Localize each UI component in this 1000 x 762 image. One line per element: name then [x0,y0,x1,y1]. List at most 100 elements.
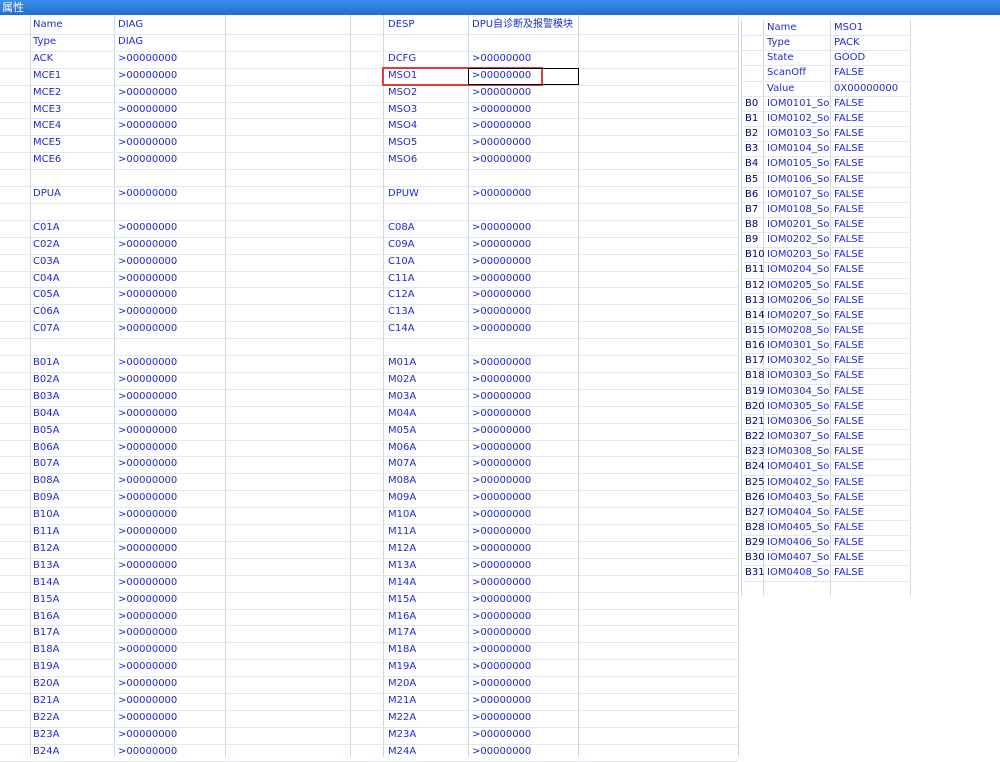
grid-cell-value[interactable]: >00000000 [118,423,177,439]
grid-cell-value[interactable]: >00000000 [118,220,177,236]
grid-cell-name[interactable]: B17A [33,625,59,641]
bit-value[interactable]: FALSE [834,308,864,323]
bit-value[interactable]: FALSE [834,187,864,202]
bit-tag-name[interactable]: IOM0108_So [767,202,829,217]
bit-index[interactable]: B14 [745,308,765,323]
grid-cell-value2[interactable]: >00000000 [472,693,531,709]
grid-cell-value2[interactable]: >00000000 [472,440,531,456]
grid-cell-value2[interactable]: >00000000 [472,152,531,168]
grid-cell-name2[interactable]: MSO3 [388,102,417,118]
grid-cell-value2[interactable]: >00000000 [472,237,531,253]
grid-cell-name[interactable]: B20A [33,676,59,692]
bit-tag-name[interactable]: IOM0308_So [767,444,829,459]
grid-cell-value2[interactable]: >00000000 [472,524,531,540]
bit-value[interactable]: FALSE [834,262,864,277]
bit-value[interactable]: FALSE [834,399,864,414]
grid-cell-value2[interactable]: >00000000 [472,473,531,489]
bit-index[interactable]: B30 [745,550,765,565]
grid-cell-name[interactable]: B04A [33,406,59,422]
bit-value[interactable]: FALSE [834,353,864,368]
bit-tag-name[interactable]: IOM0406_So [767,535,829,550]
bit-index[interactable]: B25 [745,475,765,490]
grid-cell-value2[interactable]: >00000000 [472,287,531,303]
bit-value[interactable]: FALSE [834,520,864,535]
grid-cell-name[interactable]: B12A [33,541,59,557]
bit-index[interactable]: B20 [745,399,765,414]
grid-cell-name[interactable]: C06A [33,304,60,320]
grid-cell-name[interactable]: B07A [33,456,59,472]
bit-index[interactable]: B10 [745,247,765,262]
grid-cell-value[interactable]: >00000000 [118,456,177,472]
grid-cell-value[interactable]: >00000000 [118,237,177,253]
grid-cell-name[interactable]: C03A [33,254,60,270]
grid-cell-value[interactable]: >00000000 [118,389,177,405]
grid-cell-name2[interactable]: C08A [388,220,415,236]
grid-cell-value[interactable]: >00000000 [118,135,177,151]
grid-cell-name[interactable]: B13A [33,558,59,574]
bit-tag-name[interactable]: IOM0202_So [767,232,829,247]
grid-cell-value[interactable]: >00000000 [118,490,177,506]
grid-cell-value[interactable]: DIAG [118,17,143,33]
bit-index[interactable]: B17 [745,353,765,368]
grid-cell-name[interactable]: MCE6 [33,152,61,168]
bit-value[interactable]: FALSE [834,550,864,565]
bit-index[interactable]: B5 [745,172,758,187]
grid-cell-value[interactable]: >00000000 [118,321,177,337]
bit-value[interactable]: FALSE [834,490,864,505]
bit-value[interactable]: FALSE [834,338,864,353]
grid-cell-value2[interactable]: >00000000 [472,118,531,134]
grid-cell-value[interactable]: >00000000 [118,473,177,489]
grid-cell-name2[interactable]: M10A [388,507,416,523]
bit-value[interactable]: FALSE [834,232,864,247]
bit-index[interactable]: B9 [745,232,758,247]
grid-cell-value[interactable]: >00000000 [118,609,177,625]
bit-tag-name[interactable]: IOM0301_So [767,338,829,353]
bit-value[interactable]: FALSE [834,217,864,232]
grid-cell-value[interactable]: >00000000 [118,558,177,574]
header-field-label[interactable]: Name [767,20,797,35]
grid-cell-value[interactable]: >00000000 [118,304,177,320]
header-field-label[interactable]: Value [767,81,794,96]
bit-tag-name[interactable]: IOM0104_So [767,141,829,156]
grid-cell-name2[interactable]: M14A [388,575,416,591]
grid-cell-name2[interactable]: DPUW [388,186,419,202]
bit-value[interactable]: FALSE [834,459,864,474]
bit-index[interactable]: B0 [745,96,758,111]
grid-cell-value2[interactable]: >00000000 [472,304,531,320]
grid-cell-name2[interactable]: M22A [388,710,416,726]
grid-cell-name[interactable]: B15A [33,592,59,608]
grid-cell-value[interactable]: DIAG [118,34,143,50]
grid-cell-value2[interactable]: >00000000 [472,102,531,118]
grid-cell-name[interactable]: B11A [33,524,59,540]
grid-cell-name2[interactable]: C12A [388,287,415,303]
grid-cell-value2[interactable]: >00000000 [472,456,531,472]
bit-tag-name[interactable]: IOM0207_So [767,308,829,323]
bit-value[interactable]: FALSE [834,202,864,217]
grid-cell-name2[interactable]: C09A [388,237,415,253]
bit-index[interactable]: B12 [745,278,765,293]
grid-cell-name2[interactable]: M24A [388,744,416,760]
grid-cell-value2[interactable]: >00000000 [472,220,531,236]
grid-cell-name2[interactable]: C10A [388,254,415,270]
header-field-value[interactable]: 0X00000000 [834,81,898,96]
grid-cell-value2[interactable]: >00000000 [472,355,531,371]
grid-cell-name2[interactable]: M12A [388,541,416,557]
bit-index[interactable]: B19 [745,384,765,399]
grid-cell-name2[interactable]: M01A [388,355,416,371]
grid-cell-value[interactable]: >00000000 [118,186,177,202]
bit-tag-name[interactable]: IOM0201_So [767,217,829,232]
bit-value[interactable]: FALSE [834,368,864,383]
grid-cell-name[interactable]: C04A [33,271,60,287]
grid-cell-value2[interactable]: >00000000 [472,659,531,675]
bit-tag-name[interactable]: IOM0401_So [767,459,829,474]
bit-index[interactable]: B8 [745,217,758,232]
grid-cell-value2[interactable]: >00000000 [472,423,531,439]
bit-value[interactable]: FALSE [834,384,864,399]
grid-cell-name2[interactable]: M16A [388,609,416,625]
grid-cell-name2[interactable]: M19A [388,659,416,675]
grid-cell-value[interactable]: >00000000 [118,372,177,388]
grid-cell-value2[interactable]: >00000000 [472,135,531,151]
grid-cell-name[interactable]: C01A [33,220,60,236]
selected-cell-focus[interactable] [468,67,579,85]
header-field-value[interactable]: PACK [834,35,860,50]
